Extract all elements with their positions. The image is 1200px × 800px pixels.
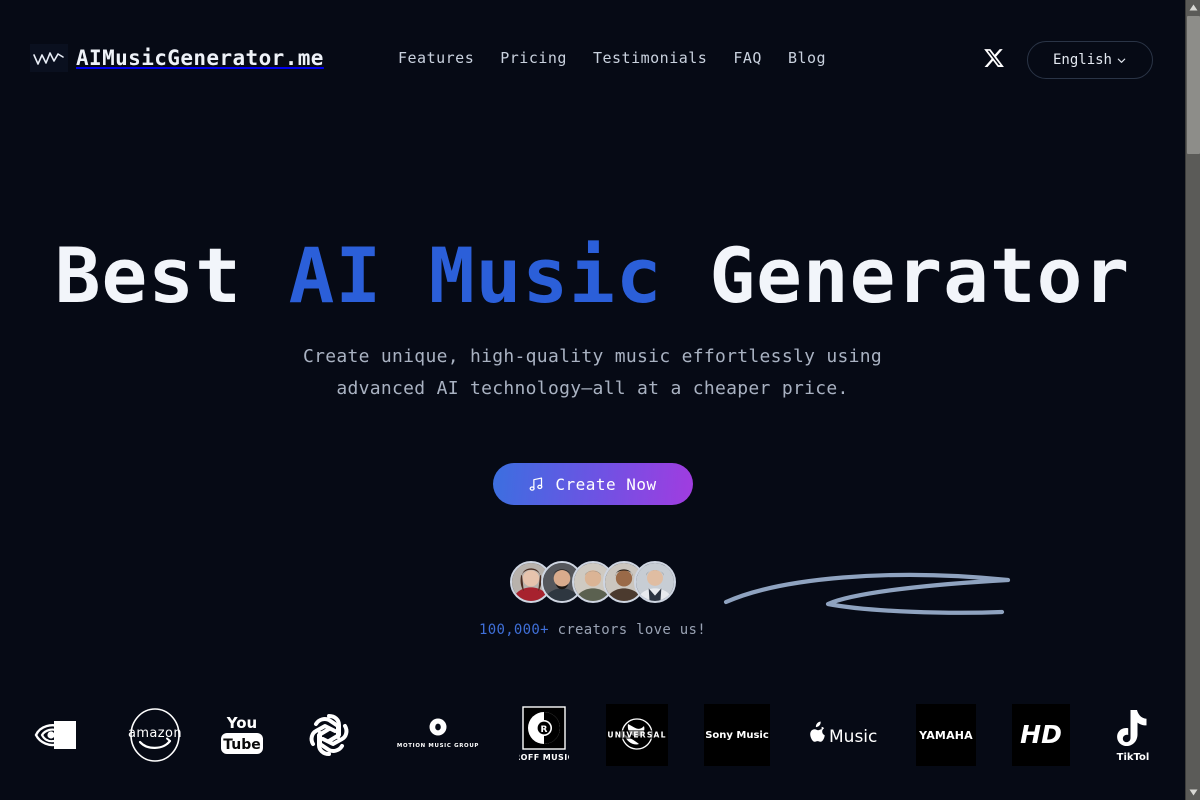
page-scrollbar[interactable] — [1185, 0, 1200, 800]
svg-text:Sony Music: Sony Music — [706, 730, 770, 741]
nvidia-logo — [26, 699, 90, 771]
avatar — [633, 561, 676, 603]
social-proof-label: creators love us! — [548, 622, 706, 638]
hd-logo: HD — [1012, 699, 1071, 771]
brand-logo-link[interactable]: AIMusicGenerator.me — [30, 44, 324, 72]
x-twitter-icon — [983, 47, 1005, 73]
openai-logo — [302, 699, 356, 771]
social-proof-count: 100,000+ — [479, 622, 549, 638]
nav-item-testimonials[interactable]: Testimonials — [593, 49, 707, 67]
scrollbar-up-arrow-icon[interactable] — [1186, 0, 1200, 15]
browser-viewport: AIMusicGenerator.me Features Pricing Tes… — [0, 0, 1185, 800]
waveform-icon — [30, 44, 68, 72]
svg-text:HD: HD — [1020, 720, 1062, 749]
create-now-label: Create Now — [555, 474, 657, 494]
nav-item-blog[interactable]: Blog — [788, 49, 826, 67]
headline-text-2: Generator — [662, 231, 1131, 320]
language-selector[interactable]: English — [1027, 41, 1153, 79]
scrollbar-down-arrow-icon[interactable] — [1186, 785, 1200, 800]
universal-logo: UNIVERSAL — [605, 699, 668, 771]
svg-text:Tube: Tube — [224, 737, 262, 753]
headline-accent: AI Music — [288, 231, 663, 320]
tiktok-logo: TikTol — [1107, 699, 1159, 771]
svg-text:TikTol: TikTol — [1117, 752, 1150, 763]
motion-music-group-logo: MOTION MUSIC GROUP — [393, 699, 483, 771]
avatar-group — [0, 561, 1185, 603]
sony-music-logo: Sony Music — [704, 699, 771, 771]
svg-text:UNIVERSAL: UNIVERSAL — [607, 731, 666, 740]
svg-text:R: R — [541, 725, 548, 735]
hero-subtitle: Create unique, high-quality music effort… — [0, 341, 1185, 405]
main-nav: Features Pricing Testimonials FAQ Blog — [398, 49, 826, 67]
roff-music-logo: R ROFF MUSIC — [519, 699, 569, 771]
youtube-logo: You Tube — [219, 699, 265, 771]
nav-item-features[interactable]: Features — [398, 49, 474, 67]
hero-subtitle-line-1: Create unique, high-quality music effort… — [302, 346, 883, 367]
brand-name: AIMusicGenerator.me — [76, 46, 324, 70]
svg-text:You: You — [226, 714, 257, 732]
hero-subtitle-line-2: advanced AI technology—all at a cheaper … — [336, 378, 849, 399]
headline-text-1: Best — [54, 231, 289, 320]
cta-container: Create Now — [0, 463, 1185, 505]
brand-logo-strip: amazon You Tube MOTION MUSIC GROUP R OFF… — [0, 695, 1185, 775]
social-proof: 100,000+ creators love us! — [0, 622, 1185, 638]
site-header: AIMusicGenerator.me Features Pricing Tes… — [0, 0, 1185, 120]
yamaha-logo: YAMAHA — [915, 699, 976, 771]
music-note-icon — [528, 476, 545, 493]
svg-text:ROFF MUSIC: ROFF MUSIC — [519, 753, 569, 762]
svg-text:MOTION MUSIC GROUP: MOTION MUSIC GROUP — [396, 743, 478, 749]
language-selector-label: English — [1052, 52, 1112, 68]
svg-text:YAMAHA: YAMAHA — [918, 729, 973, 742]
nav-item-faq[interactable]: FAQ — [733, 49, 762, 67]
create-now-button[interactable]: Create Now — [492, 463, 693, 505]
svg-text:amazon: amazon — [128, 726, 182, 741]
svg-text:Music: Music — [829, 727, 877, 747]
nav-item-pricing[interactable]: Pricing — [500, 49, 567, 67]
x-twitter-link[interactable] — [981, 47, 1007, 73]
scrollbar-thumb[interactable] — [1187, 16, 1200, 154]
apple-music-logo: Music — [807, 699, 879, 771]
page-title: Best AI Music Generator — [0, 238, 1185, 314]
amazon-logo: amazon — [127, 699, 183, 771]
chevron-down-icon — [1116, 55, 1127, 66]
